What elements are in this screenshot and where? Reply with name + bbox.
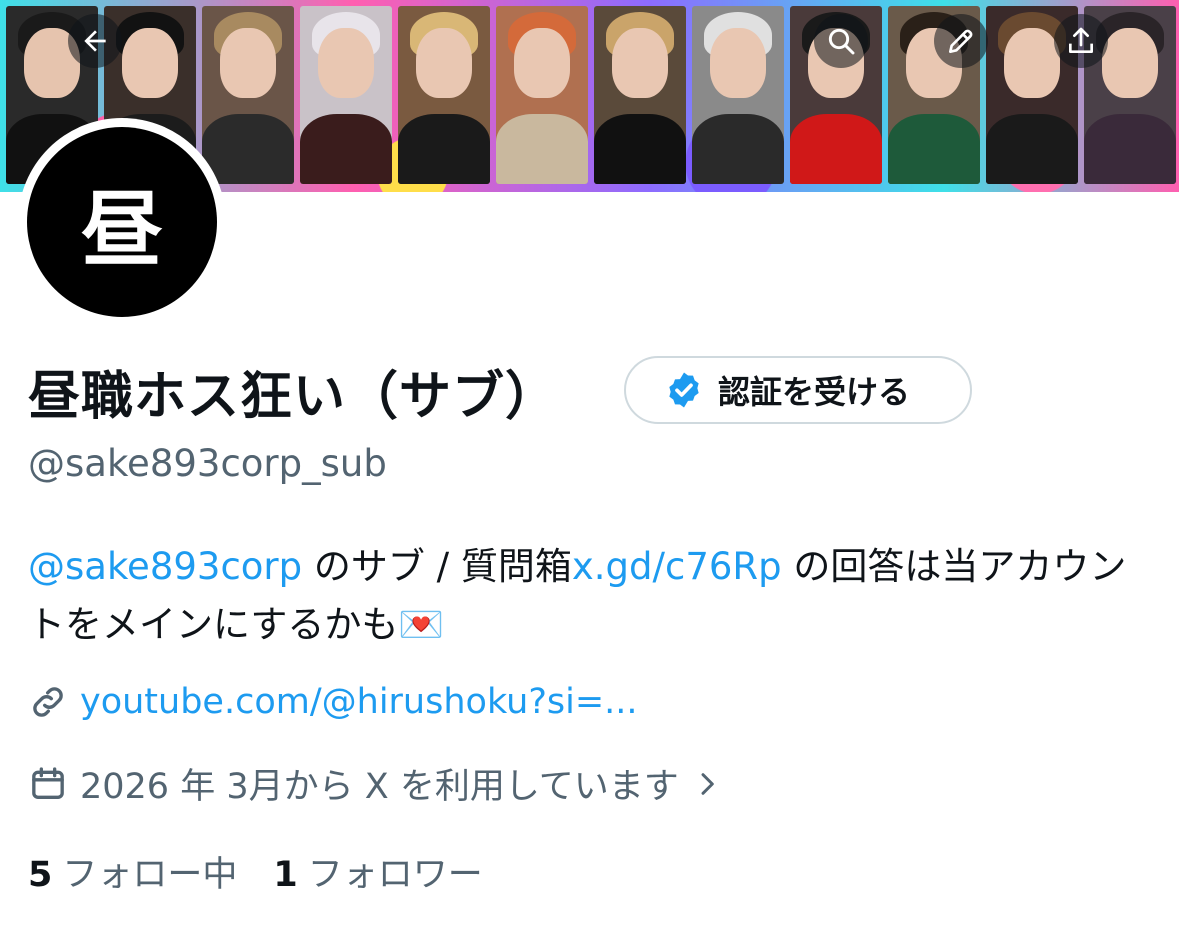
bio-mention-link[interactable]: @sake893corp <box>28 545 302 588</box>
profile-url-row: youtube.com/@hirushoku?si=... <box>28 682 638 722</box>
share-icon <box>1069 27 1093 53</box>
follow-stats: 5 フォロー中 1 フォロワー <box>28 846 483 897</box>
back-button[interactable] <box>68 14 122 68</box>
followers-label: フォロワー <box>307 855 483 895</box>
banner-photo <box>300 6 392 184</box>
joined-date-text: 2026 年 3月から X を利用しています <box>80 767 679 807</box>
display-name: 昼職ホス狂い（サブ） <box>28 367 559 427</box>
following-label: フォロー中 <box>62 855 238 895</box>
edit-button[interactable] <box>934 14 988 68</box>
banner-photo <box>692 6 784 184</box>
bio-question-box-link[interactable]: x.gd/c76Rp <box>572 545 782 588</box>
joined-date-row[interactable]: 2026 年 3月から X を利用しています <box>28 758 723 809</box>
avatar-text: 昼 <box>27 127 217 317</box>
link-icon <box>33 687 63 717</box>
chevron-right-icon <box>701 772 714 795</box>
search-icon <box>828 28 855 55</box>
followers-count: 1 <box>273 855 298 895</box>
banner-photo <box>202 6 294 184</box>
profile-url-link[interactable]: youtube.com/@hirushoku?si=... <box>80 682 638 722</box>
pencil-icon <box>949 29 973 53</box>
banner-photo <box>398 6 490 184</box>
search-button[interactable] <box>814 14 868 68</box>
user-handle: @sake893corp_sub <box>28 442 387 485</box>
calendar-icon <box>32 766 64 799</box>
following-count: 5 <box>28 855 53 895</box>
banner-photo <box>496 6 588 184</box>
banner-photo <box>594 6 686 184</box>
arrow-left-icon <box>84 30 106 52</box>
followers-link[interactable]: 1 フォロワー <box>273 846 482 897</box>
following-link[interactable]: 5 フォロー中 <box>28 846 237 897</box>
get-verified-label: 認証を受ける <box>718 373 911 411</box>
get-verified-button[interactable]: 認証を受ける <box>624 356 972 424</box>
verified-badge-icon <box>669 372 699 408</box>
bio-text: のサブ / 質問箱 <box>302 545 572 588</box>
bio: @sake893corp のサブ / 質問箱x.gd/c76Rp の回答は当アカ… <box>28 538 1158 654</box>
share-button[interactable] <box>1054 14 1108 68</box>
profile-avatar[interactable]: 昼 <box>18 118 226 326</box>
